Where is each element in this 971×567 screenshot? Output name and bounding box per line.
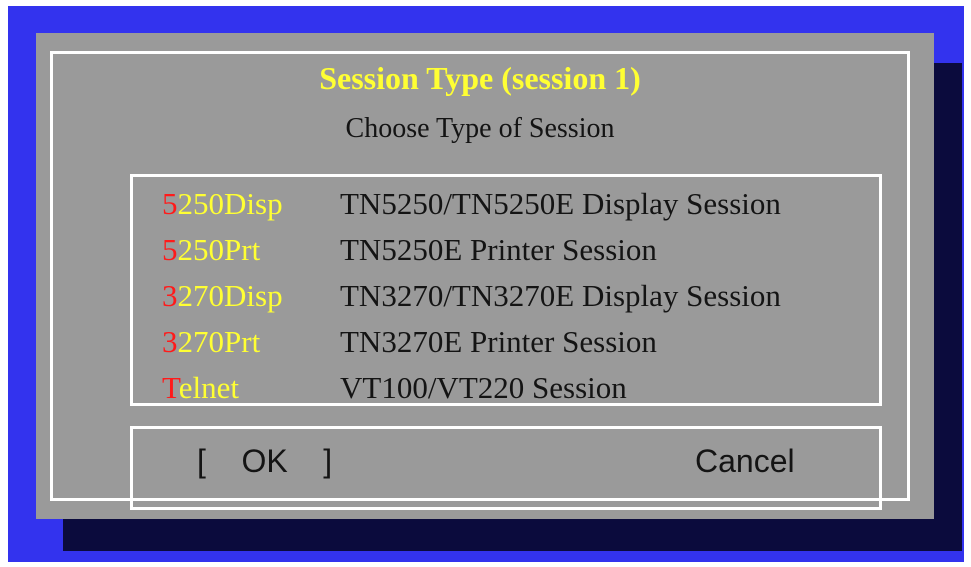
- session-option-3270disp[interactable]: 3270Disp TN3270/TN3270E Display Session: [162, 273, 781, 319]
- session-option-3270prt[interactable]: 3270Prt TN3270E Printer Session: [162, 319, 781, 365]
- session-list-frame: 5250Disp TN5250/TN5250E Display Session …: [130, 174, 882, 406]
- dialog-title: Session Type (session 1): [303, 58, 657, 98]
- hotkey-letter: 3: [162, 278, 178, 313]
- session-description: TN3270/TN3270E Display Session: [340, 278, 781, 313]
- session-code-rest: 250Prt: [177, 232, 261, 267]
- session-code-rest: 270Prt: [177, 324, 261, 359]
- session-description: TN3270E Printer Session: [340, 324, 657, 359]
- session-description: TN5250E Printer Session: [340, 232, 657, 267]
- session-description: VT100/VT220 Session: [340, 370, 627, 405]
- ok-button[interactable]: [ OK ]: [197, 443, 332, 480]
- hotkey-letter: 5: [162, 186, 178, 221]
- session-code-rest: 270Disp: [177, 278, 283, 313]
- hotkey-letter: 5: [162, 232, 178, 267]
- hotkey-letter: 3: [162, 324, 178, 359]
- session-code-rest: elnet: [178, 370, 240, 405]
- session-code: Telnet: [162, 370, 340, 406]
- session-type-list: 5250Disp TN5250/TN5250E Display Session …: [162, 181, 781, 411]
- session-code: 3270Disp: [162, 278, 340, 314]
- terminal-screen: Session Type (session 1) Choose Type of …: [8, 6, 964, 562]
- hotkey-letter: T: [162, 370, 179, 405]
- session-code: 5250Prt: [162, 232, 340, 268]
- session-code-rest: 250Disp: [177, 186, 283, 221]
- dialog-subtitle: Choose Type of Session: [345, 113, 615, 144]
- cancel-button[interactable]: Cancel: [695, 443, 795, 480]
- session-option-telnet[interactable]: Telnet VT100/VT220 Session: [162, 365, 781, 411]
- session-code: 3270Prt: [162, 324, 340, 360]
- session-type-dialog: Session Type (session 1) Choose Type of …: [36, 33, 934, 519]
- button-bar: [ OK ] Cancel: [130, 426, 882, 510]
- session-option-5250disp[interactable]: 5250Disp TN5250/TN5250E Display Session: [162, 181, 781, 227]
- dialog-frame: Session Type (session 1) Choose Type of …: [50, 51, 910, 510]
- session-option-5250prt[interactable]: 5250Prt TN5250E Printer Session: [162, 227, 781, 273]
- session-description: TN5250/TN5250E Display Session: [340, 186, 781, 221]
- session-code: 5250Disp: [162, 186, 340, 222]
